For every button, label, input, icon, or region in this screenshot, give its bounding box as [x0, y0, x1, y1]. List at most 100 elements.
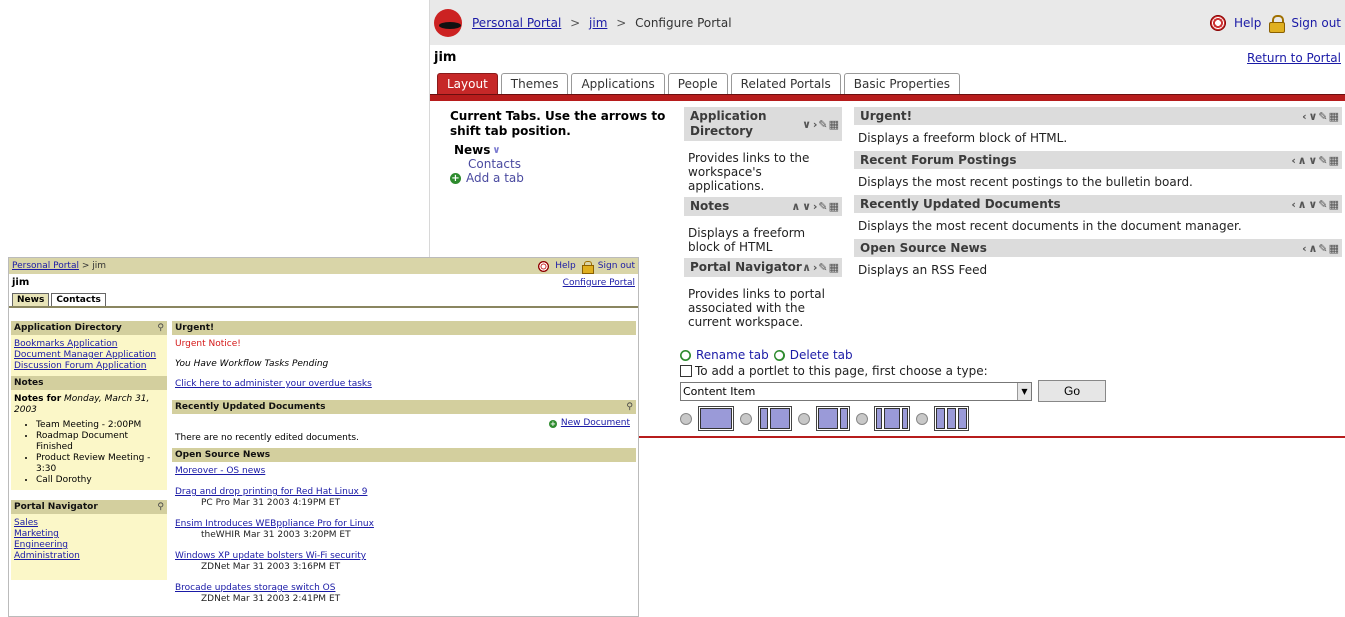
overdue-tasks-link[interactable]: Click here to administer your overdue ta…	[175, 379, 633, 390]
portlet-title: Application Directory	[14, 323, 122, 333]
tab-news[interactable]: News	[12, 293, 50, 306]
tab-people[interactable]: People	[667, 73, 728, 94]
magnify-icon[interactable]: ⚲	[626, 402, 633, 412]
move-arrows-icon[interactable]: ‹ ∧ ∨	[1291, 154, 1317, 167]
edit-icon[interactable]: ✎	[818, 199, 827, 214]
portlet-controls[interactable]: ‹ ∨ ✎ ▦	[1302, 110, 1339, 123]
news-title-link[interactable]: Windows XP update bolsters Wi-Fi securit…	[175, 551, 366, 561]
portlet-header: Application Directory ⚲	[11, 321, 167, 335]
new-document-link[interactable]: New Document	[561, 418, 630, 429]
edit-icon[interactable]: ✎	[1318, 110, 1327, 123]
tab-basic-properties[interactable]: Basic Properties	[843, 73, 960, 94]
move-arrows-icon[interactable]: ‹ ∧ ∨	[1291, 198, 1317, 211]
trash-icon[interactable]: ▦	[829, 117, 839, 132]
list-item: Drag and drop printing for Red Hat Linux…	[175, 487, 633, 509]
document-manager-link[interactable]: Document Manager Application	[14, 350, 164, 361]
magnify-icon[interactable]: ⚲	[157, 323, 164, 333]
breadcrumb: Personal Portal > jim	[12, 261, 106, 271]
layout-radio-5[interactable]	[916, 412, 928, 425]
layout-three-column-icon[interactable]	[874, 406, 910, 431]
layout-radio-1[interactable]	[680, 412, 692, 425]
recent-docs-empty: There are no recently edited documents.	[175, 433, 359, 443]
rename-tab-link[interactable]: Rename tab	[696, 348, 769, 362]
tab-themes[interactable]: Themes	[500, 73, 569, 94]
layout-wide-narrow-icon[interactable]	[816, 406, 850, 431]
portlet-controls[interactable]: ∧ › ✎ ▦	[802, 260, 839, 275]
portlet-controls[interactable]: ‹ ∧ ∨ ✎ ▦	[1291, 198, 1339, 211]
lock-icon[interactable]	[1269, 14, 1286, 33]
portlet-controls[interactable]: ‹ ∧ ∨ ✎ ▦	[1291, 154, 1339, 167]
news-title-link[interactable]: Ensim Introduces WEBppliance Pro for Lin…	[175, 519, 374, 529]
portlet-type-select[interactable]: Content Item ▼	[680, 381, 1032, 401]
help-link[interactable]: Help	[555, 261, 576, 271]
trash-icon[interactable]: ▦	[1329, 154, 1339, 167]
nav-marketing-link[interactable]: Marketing	[14, 529, 164, 540]
layout-narrow-wide-icon[interactable]	[758, 406, 792, 431]
tab-layout[interactable]: Layout	[437, 73, 498, 94]
portlet-controls[interactable]: ∧ ∨ › ✎ ▦	[791, 199, 839, 214]
move-arrows-icon[interactable]: ‹ ∨	[1302, 110, 1317, 123]
portlet-controls[interactable]: ‹ ∧ ✎ ▦	[1302, 242, 1339, 255]
news-meta: ZDNet Mar 31 2003 3:16PM ET	[201, 562, 341, 572]
list-item: Windows XP update bolsters Wi-Fi securit…	[175, 551, 633, 573]
tab-applications[interactable]: Applications	[571, 73, 665, 94]
layout-one-column-icon[interactable]	[698, 406, 734, 431]
move-arrows-icon[interactable]: ‹ ∧	[1302, 242, 1317, 255]
portlet-title: Recent Forum Postings	[860, 153, 1017, 167]
edit-icon[interactable]: ✎	[818, 117, 827, 132]
configure-portal-link[interactable]: Configure Portal	[563, 278, 635, 288]
portlet-description: Displays the most recent documents in th…	[858, 219, 1242, 233]
portlet-header: Portal Navigator ∧ › ✎ ▦	[684, 258, 842, 277]
portlet-title: Application Directory	[690, 109, 767, 138]
trash-icon[interactable]: ▦	[1329, 110, 1339, 123]
news-title-link[interactable]: Drag and drop printing for Red Hat Linux…	[175, 487, 367, 497]
add-tab-link[interactable]: + Add a tab	[450, 171, 670, 185]
help-icon[interactable]	[1210, 14, 1226, 31]
sign-out-link[interactable]: Sign out	[598, 261, 635, 271]
layout-radio-2[interactable]	[740, 412, 752, 425]
trash-icon[interactable]: ▦	[1329, 198, 1339, 211]
sign-out-link[interactable]: Sign out	[1291, 16, 1341, 30]
move-arrows-icon[interactable]: ∨ ›	[802, 117, 817, 132]
help-link[interactable]: Help	[1234, 16, 1261, 30]
edit-icon[interactable]: ✎	[1318, 242, 1327, 255]
lock-icon[interactable]	[581, 260, 594, 274]
portlet-controls[interactable]: ∨ › ✎ ▦	[802, 117, 839, 132]
move-arrows-icon[interactable]: ∧ ∨ ›	[791, 199, 817, 214]
tab-related-portals[interactable]: Related Portals	[730, 73, 841, 94]
discussion-forum-link[interactable]: Discussion Forum Application	[14, 361, 164, 372]
bookmarks-app-link[interactable]: Bookmarks Application	[14, 339, 164, 350]
trash-icon[interactable]: ▦	[829, 199, 839, 214]
edit-icon[interactable]: ✎	[1318, 154, 1327, 167]
return-to-portal-link[interactable]: Return to Portal	[1247, 51, 1341, 65]
layout-radio-4[interactable]	[856, 412, 868, 425]
layout-radio-3[interactable]	[798, 412, 810, 425]
breadcrumb-user-link[interactable]: jim	[589, 16, 607, 30]
tab-contacts[interactable]: Contacts	[51, 293, 106, 306]
dropdown-arrow-icon[interactable]: ▼	[1017, 382, 1031, 400]
move-arrows-icon[interactable]: ∧ ›	[802, 260, 817, 275]
magnify-icon[interactable]: ⚲	[157, 502, 164, 512]
go-button[interactable]: Go	[1038, 380, 1106, 402]
nav-administration-link[interactable]: Administration	[14, 551, 164, 562]
edit-icon[interactable]: ✎	[1318, 198, 1327, 211]
nav-sales-link[interactable]: Sales	[14, 518, 164, 529]
notes-body: Notes for Monday, March 31, 2003 Team Me…	[11, 390, 167, 490]
portlet-type-value: Content Item	[683, 384, 756, 398]
notes-date-line: Notes for Monday, March 31, 2003	[14, 394, 164, 416]
trash-icon[interactable]: ▦	[829, 260, 839, 275]
breadcrumb-personal-portal-link[interactable]: Personal Portal	[12, 261, 79, 271]
news-source-link[interactable]: Moreover - OS news	[175, 466, 633, 477]
portlet-title: Urgent!	[860, 109, 913, 123]
news-title-link[interactable]: Brocade updates storage switch OS	[175, 583, 335, 593]
breadcrumb-personal-portal-link[interactable]: Personal Portal	[472, 16, 561, 30]
trash-icon[interactable]: ▦	[1329, 242, 1339, 255]
move-down-icon[interactable]: ∨	[492, 145, 500, 156]
other-tab-item[interactable]: Contacts	[468, 157, 670, 171]
layout-three-equal-icon[interactable]	[934, 406, 969, 431]
help-icon[interactable]	[538, 260, 550, 272]
nav-engineering-link[interactable]: Engineering	[14, 540, 164, 551]
user-row: jim Return to Portal	[430, 45, 1345, 70]
delete-tab-link[interactable]: Delete tab	[790, 348, 853, 362]
edit-icon[interactable]: ✎	[818, 260, 827, 275]
